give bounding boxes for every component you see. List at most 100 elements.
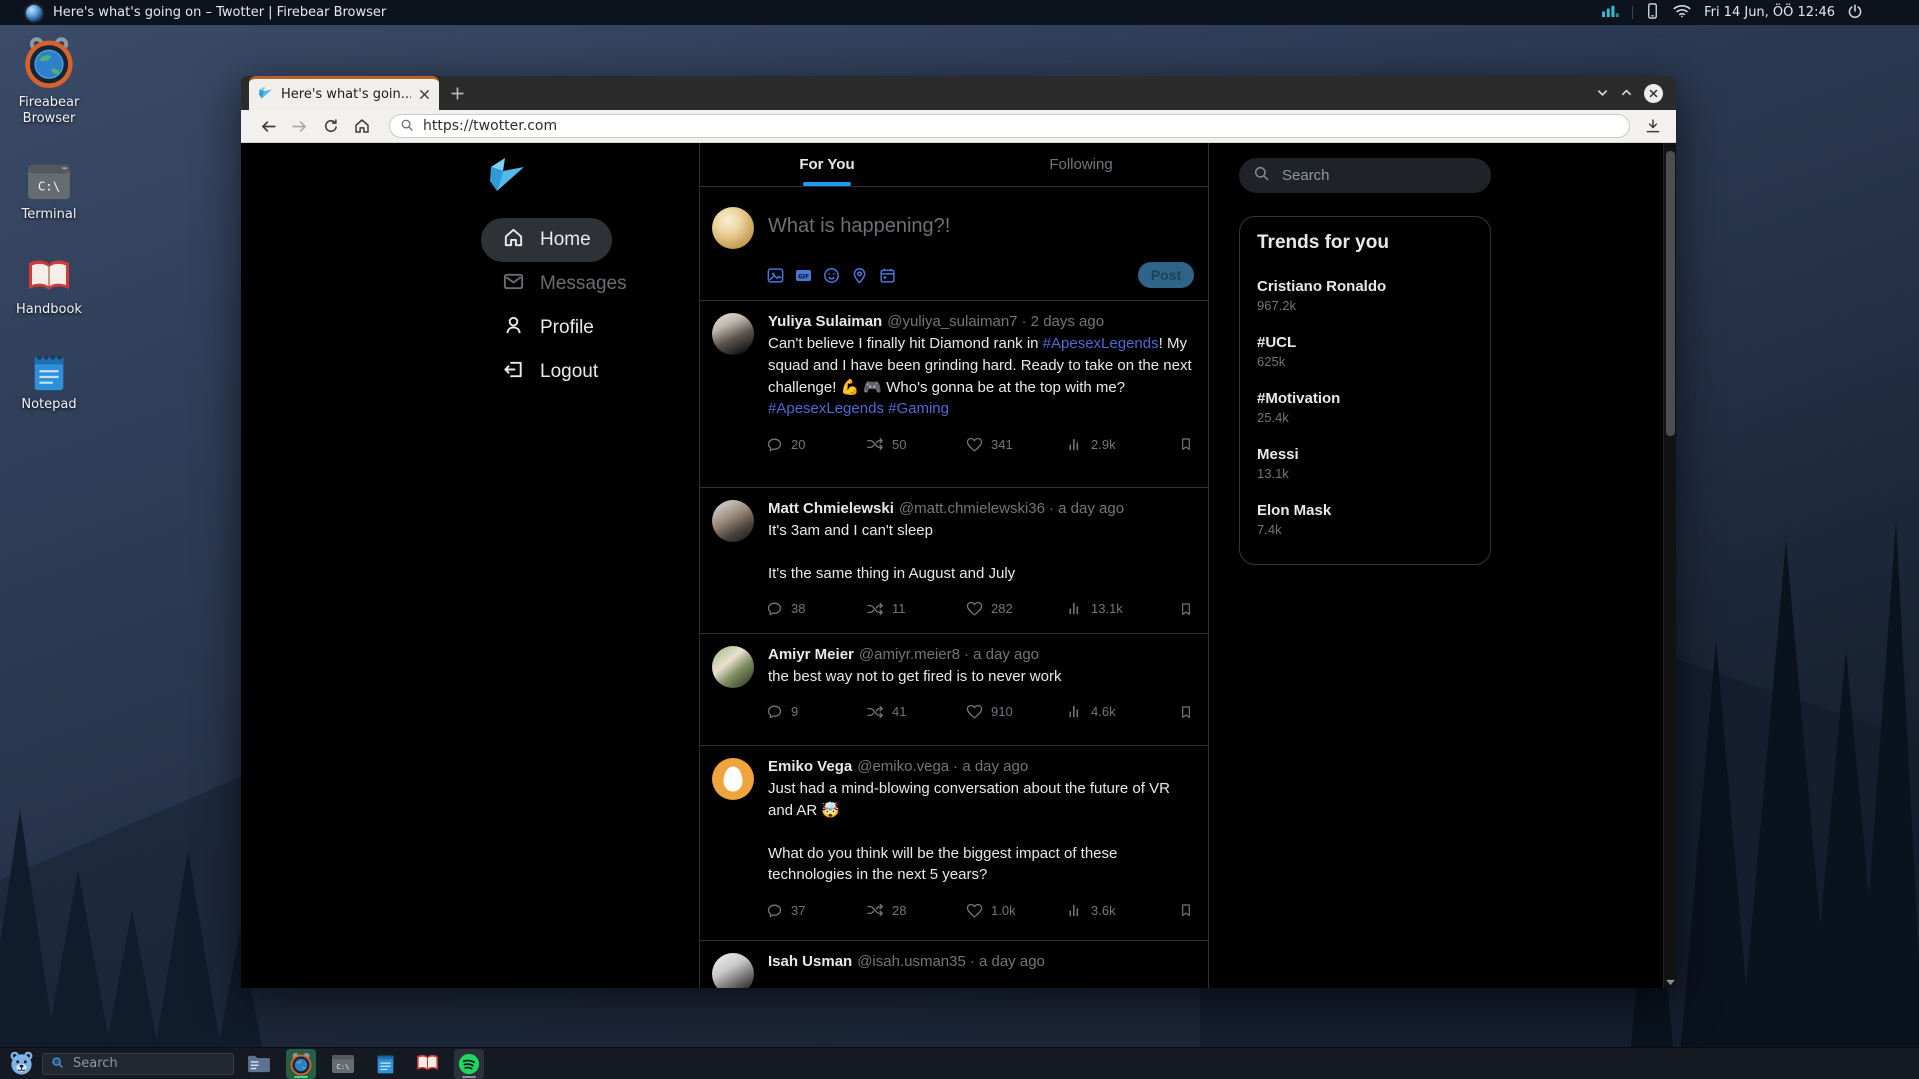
like-button[interactable]: 341 xyxy=(966,436,1066,453)
logout-icon xyxy=(502,358,525,387)
taskbar-search[interactable] xyxy=(42,1053,234,1075)
tweet-author[interactable]: Amiyr Meier xyxy=(768,646,854,663)
desktop-icon-terminal[interactable]: C:\ Terminal xyxy=(6,162,92,223)
desktop-icon-firebear[interactable]: Fireabear Browser xyxy=(6,34,92,128)
clock[interactable]: Fri 14 Jun, ÖÖ 12:46 xyxy=(1704,5,1835,20)
url-input[interactable] xyxy=(421,117,1619,135)
taskbar-notepad-icon[interactable] xyxy=(370,1049,400,1079)
start-menu-bear-icon[interactable] xyxy=(6,1049,36,1079)
phone-icon[interactable] xyxy=(1645,2,1660,24)
tweet[interactable]: Isah Usman@isah.usman35· a day ago xyxy=(700,941,1208,988)
gif-icon[interactable]: GIF xyxy=(794,266,813,285)
page-scrollbar[interactable] xyxy=(1663,143,1676,988)
post-button[interactable]: Post xyxy=(1138,262,1194,288)
notepad-icon xyxy=(29,352,69,392)
taskbar-terminal-icon[interactable]: C:\ xyxy=(328,1049,358,1079)
desktop-icon-notepad[interactable]: Notepad xyxy=(6,352,92,413)
tweet-author[interactable]: Emiko Vega xyxy=(768,758,852,775)
power-icon[interactable] xyxy=(1847,3,1863,23)
reply-button[interactable]: 37 xyxy=(766,902,866,919)
hashtag-link[interactable]: #Gaming xyxy=(888,400,949,417)
views-stat[interactable]: 13.1k xyxy=(1066,600,1176,617)
tab-following[interactable]: Following xyxy=(954,143,1208,186)
desktop-icon-handbook[interactable]: Handbook xyxy=(6,257,92,318)
current-user-avatar[interactable] xyxy=(712,207,754,249)
like-button[interactable]: 282 xyxy=(966,600,1066,617)
retweet-button[interactable]: 11 xyxy=(866,600,966,618)
tab-close-icon[interactable] xyxy=(419,89,430,100)
forward-button[interactable] xyxy=(286,113,313,139)
tweet-actions: 38 11 282 13.1k xyxy=(766,600,1194,632)
trend-item[interactable]: #UCL 625k xyxy=(1257,334,1473,369)
hashtag-link[interactable]: #ApesexLegends xyxy=(768,400,884,417)
sidebar-search-input[interactable] xyxy=(1280,166,1483,185)
reply-button[interactable]: 38 xyxy=(766,600,866,617)
new-tab-button[interactable] xyxy=(439,76,475,110)
retweet-button[interactable]: 41 xyxy=(866,703,966,721)
tweet-avatar[interactable] xyxy=(712,646,754,688)
retweet-button[interactable]: 28 xyxy=(866,901,966,919)
home-icon xyxy=(502,226,525,255)
scrollbar-down-icon[interactable] xyxy=(1664,979,1676,986)
like-button[interactable]: 1.0k xyxy=(966,902,1066,919)
wifi-icon[interactable] xyxy=(1672,3,1692,22)
browser-tab[interactable]: Here's what's goin... xyxy=(249,76,439,110)
taskbar-firebear-browser-icon[interactable] xyxy=(286,1049,316,1079)
compose-placeholder[interactable]: What is happening?! xyxy=(768,207,950,249)
location-icon[interactable] xyxy=(850,266,869,285)
tweet-author[interactable]: Isah Usman xyxy=(768,953,852,970)
scrollbar-thumb[interactable] xyxy=(1666,151,1675,436)
taskbar-files-icon[interactable] xyxy=(244,1049,274,1079)
address-bar[interactable] xyxy=(389,114,1630,138)
like-button[interactable]: 910 xyxy=(966,703,1066,720)
taskbar-spotify-icon[interactable] xyxy=(454,1049,484,1079)
tweet-avatar[interactable] xyxy=(712,953,754,988)
reply-button[interactable]: 20 xyxy=(766,436,866,453)
twotter-logo-bird-icon[interactable] xyxy=(487,155,701,200)
tweet-text-segment: the best way not to get fired is to neve… xyxy=(768,668,1061,685)
tweet[interactable]: Emiko Vega@emiko.vega· a day ago Just ha… xyxy=(700,746,1208,941)
views-stat[interactable]: 3.6k xyxy=(1066,902,1176,919)
nav-item-profile[interactable]: Profile xyxy=(481,306,615,350)
bookmark-button[interactable] xyxy=(1178,436,1194,452)
bookmark-button[interactable] xyxy=(1178,704,1194,720)
tweet[interactable]: Matt Chmielewski@matt.chmielewski36· a d… xyxy=(700,488,1208,634)
tweet-author[interactable]: Yuliya Sulaiman xyxy=(768,313,882,330)
views-stat[interactable]: 2.9k xyxy=(1066,436,1176,453)
trend-item[interactable]: Cristiano Ronaldo 967.2k xyxy=(1257,278,1473,313)
window-roll-up-icon[interactable] xyxy=(1620,84,1633,103)
hashtag-link[interactable]: #ApesexLegends xyxy=(1043,335,1159,352)
window-close-icon[interactable] xyxy=(1644,84,1663,103)
tab-for-you[interactable]: For You xyxy=(700,143,954,186)
downloads-icon[interactable] xyxy=(1644,117,1662,135)
home-button[interactable] xyxy=(348,113,375,139)
network-activity-icon[interactable] xyxy=(1601,3,1620,22)
nav-item-home[interactable]: Home xyxy=(481,218,612,262)
window-roll-down-icon[interactable] xyxy=(1596,84,1609,103)
reply-button[interactable]: 9 xyxy=(766,703,866,720)
schedule-icon[interactable] xyxy=(878,266,897,285)
sidebar-search[interactable] xyxy=(1239,158,1491,193)
tweet-avatar[interactable] xyxy=(712,758,754,800)
views-stat[interactable]: 4.6k xyxy=(1066,703,1176,720)
tweet[interactable]: Amiyr Meier@amiyr.meier8· a day ago the … xyxy=(700,634,1208,746)
trend-item[interactable]: Elon Mask 7.4k xyxy=(1257,502,1473,537)
bookmark-button[interactable] xyxy=(1178,601,1194,617)
taskbar-search-input[interactable] xyxy=(71,1055,245,1072)
bookmark-button[interactable] xyxy=(1178,902,1194,918)
tweet[interactable]: Yuliya Sulaiman@yuliya_sulaiman7· 2 days… xyxy=(700,301,1208,488)
trend-item[interactable]: Messi 13.1k xyxy=(1257,446,1473,481)
reload-button[interactable] xyxy=(317,113,344,139)
nav-item-messages[interactable]: Messages xyxy=(481,262,648,306)
back-button[interactable] xyxy=(255,113,282,139)
retweet-button[interactable]: 50 xyxy=(866,435,966,453)
taskbar-handbook-icon[interactable] xyxy=(412,1049,442,1079)
tweet-author[interactable]: Matt Chmielewski xyxy=(768,500,894,517)
image-icon[interactable] xyxy=(766,266,785,285)
emoji-icon[interactable] xyxy=(822,266,841,285)
nav-item-logout[interactable]: Logout xyxy=(481,350,619,394)
tweet-avatar[interactable] xyxy=(712,500,754,542)
tweet-avatar[interactable] xyxy=(712,313,754,355)
trend-item[interactable]: #Motivation 25.4k xyxy=(1257,390,1473,425)
feed-column: For You Following What is happening?! xyxy=(699,143,1209,988)
